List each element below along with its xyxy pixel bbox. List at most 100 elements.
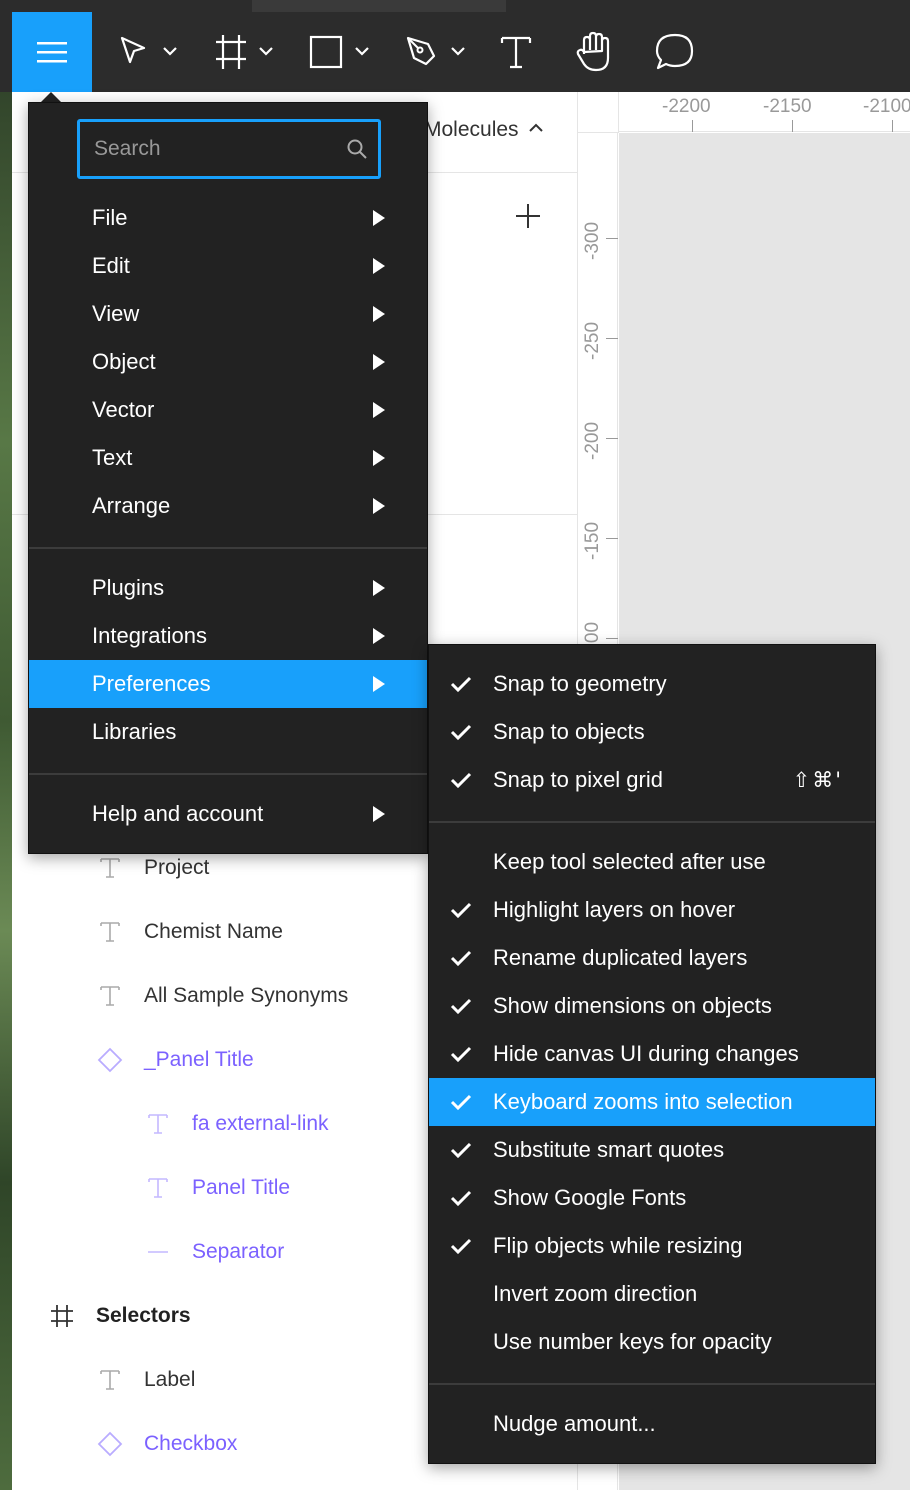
menu-separator — [429, 821, 875, 823]
text-layer-icon — [96, 985, 124, 1007]
checkmark-icon — [450, 1142, 472, 1159]
checkmark-icon — [450, 676, 472, 693]
pref-snap-to-geometry[interactable]: Snap to geometry — [429, 660, 875, 708]
submenu-arrow-icon — [373, 580, 385, 596]
desktop-background — [0, 92, 12, 1490]
submenu-arrow-icon — [373, 354, 385, 370]
layer-label: _Panel Title — [144, 1048, 254, 1071]
menu-item-label: Plugins — [92, 575, 165, 600]
shortcut-hint: ⇧⌘' — [792, 768, 843, 792]
cursor-icon — [120, 36, 177, 64]
layer-row[interactable]: Label — [96, 1360, 195, 1400]
menu-item-integrations[interactable]: Integrations — [29, 612, 427, 660]
pref-label: Highlight layers on hover — [493, 897, 736, 922]
checkmark-icon — [450, 1094, 472, 1111]
menu-item-object[interactable]: Object — [29, 338, 427, 386]
checkmark-icon — [450, 1238, 472, 1255]
checkmark-icon — [450, 724, 472, 741]
menu-item-label: Preferences — [92, 671, 211, 696]
pref-number-keys-opacity[interactable]: Use number keys for opacity — [429, 1318, 875, 1366]
ruler-tick — [606, 438, 618, 439]
shape-tool-button[interactable] — [308, 22, 374, 82]
frame-tool-button[interactable] — [212, 22, 278, 82]
pref-flip-objects-while-resizing[interactable]: Flip objects while resizing — [429, 1222, 875, 1270]
pref-keep-tool-selected[interactable]: Keep tool selected after use — [429, 838, 875, 886]
pref-label: Rename duplicated layers — [493, 945, 748, 970]
submenu-arrow-icon — [373, 806, 385, 822]
layer-row[interactable]: Project — [96, 848, 209, 888]
menu-item-help-and-account[interactable]: Help and account — [29, 790, 427, 838]
pref-keyboard-zooms-into-selection[interactable]: Keyboard zooms into selection — [429, 1078, 875, 1126]
ruler-label: -250 — [582, 321, 603, 360]
pref-substitute-smart-quotes[interactable]: Substitute smart quotes — [429, 1126, 875, 1174]
menu-item-label: Integrations — [92, 623, 207, 648]
pref-show-google-fonts[interactable]: Show Google Fonts — [429, 1174, 875, 1222]
layer-row[interactable]: All Sample Synonyms — [96, 976, 348, 1016]
menu-item-file[interactable]: File — [29, 194, 427, 242]
move-tool-button[interactable] — [116, 22, 182, 82]
layer-row[interactable]: _Panel Title — [96, 1040, 254, 1080]
menu-item-label: Vector — [92, 397, 155, 422]
menu-item-preferences[interactable]: Preferences — [29, 660, 427, 708]
pref-highlight-layers-on-hover[interactable]: Highlight layers on hover — [429, 886, 875, 934]
add-page-icon[interactable] — [514, 202, 542, 230]
ruler-label: -2100 — [863, 96, 910, 117]
frame-icon — [216, 35, 273, 69]
menu-separator — [29, 773, 427, 775]
menu-item-label: Arrange — [92, 493, 171, 518]
menu-item-edit[interactable]: Edit — [29, 242, 427, 290]
ruler-tick — [606, 238, 618, 239]
submenu-arrow-icon — [373, 498, 385, 514]
menu-item-libraries[interactable]: Libraries — [29, 708, 427, 756]
ruler-tick — [606, 538, 618, 539]
layer-row[interactable]: fa external-link — [144, 1104, 329, 1144]
layer-row[interactable]: Checkbox — [96, 1424, 237, 1464]
pref-label: Snap to geometry — [493, 671, 667, 696]
toolbar-tab-strip — [252, 0, 506, 12]
layer-row[interactable]: Separator — [144, 1232, 284, 1272]
pref-rename-duplicated-layers[interactable]: Rename duplicated layers — [429, 934, 875, 982]
layer-row[interactable]: Panel Title — [144, 1168, 290, 1208]
checkmark-icon — [450, 1046, 472, 1063]
pen-tool-button[interactable] — [404, 22, 470, 82]
checkmark-icon — [450, 950, 472, 967]
menu-item-label: Object — [92, 349, 156, 374]
rectangle-icon — [309, 35, 369, 69]
comment-icon — [655, 33, 694, 70]
checkmark-icon — [450, 998, 472, 1015]
menu-item-arrange[interactable]: Arrange — [29, 482, 427, 530]
ruler-tick — [606, 338, 618, 339]
text-icon — [500, 36, 532, 69]
menu-item-vector[interactable]: Vector — [29, 386, 427, 434]
pref-hide-canvas-ui[interactable]: Hide canvas UI during changes — [429, 1030, 875, 1078]
layer-label: Project — [144, 856, 210, 879]
pref-invert-zoom-direction[interactable]: Invert zoom direction — [429, 1270, 875, 1318]
layer-row[interactable]: Selectors — [48, 1296, 191, 1336]
menu-item-plugins[interactable]: Plugins — [29, 564, 427, 612]
frame-layer-icon — [48, 1304, 76, 1328]
pref-show-dimensions[interactable]: Show dimensions on objects — [429, 982, 875, 1030]
submenu-arrow-icon — [373, 402, 385, 418]
preferences-submenu: Snap to geometry Snap to objects Snap to… — [428, 644, 876, 1464]
menu-item-text[interactable]: Text — [29, 434, 427, 482]
ruler-tick — [606, 638, 618, 639]
text-layer-icon — [96, 1369, 124, 1391]
text-tool-button[interactable] — [496, 22, 536, 82]
pref-snap-to-pixel-grid[interactable]: Snap to pixel grid ⇧⌘' — [429, 756, 875, 804]
search-input[interactable] — [94, 122, 334, 176]
hand-tool-button[interactable] — [572, 22, 618, 82]
layer-row[interactable]: Chemist Name — [96, 912, 283, 952]
pref-snap-to-objects[interactable]: Snap to objects — [429, 708, 875, 756]
main-menu-button[interactable] — [12, 12, 92, 92]
toolbar — [0, 0, 910, 92]
menu-item-view[interactable]: View — [29, 290, 427, 338]
page-title[interactable]: Molecules — [424, 118, 519, 142]
text-layer-icon — [96, 921, 124, 943]
pref-label: Show Google Fonts — [493, 1185, 687, 1210]
ruler-tick — [792, 120, 793, 132]
pref-label: Hide canvas UI during changes — [493, 1041, 799, 1066]
pref-nudge-amount[interactable]: Nudge amount... — [429, 1400, 875, 1448]
menu-search[interactable] — [77, 119, 381, 179]
comment-tool-button[interactable] — [652, 22, 698, 82]
chevron-up-icon[interactable] — [528, 120, 544, 136]
